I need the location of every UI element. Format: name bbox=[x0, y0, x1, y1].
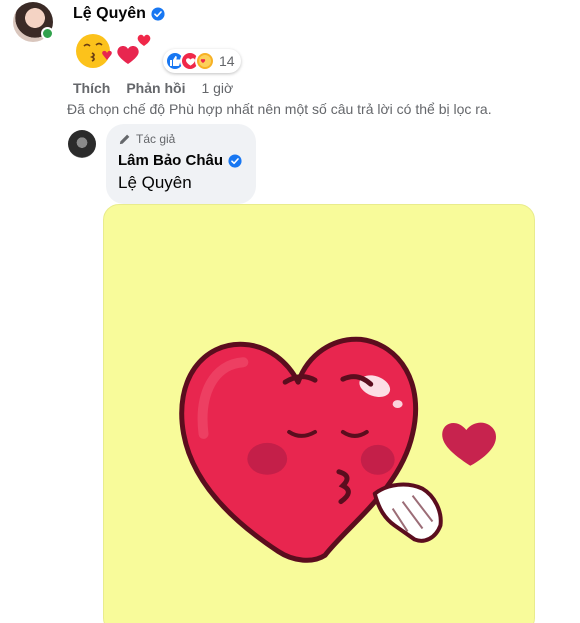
reply-author-name[interactable]: Lâm Bảo Châu bbox=[118, 152, 223, 169]
red-heart-icon bbox=[117, 34, 151, 64]
care-icon bbox=[195, 51, 215, 71]
reaction-count: 14 bbox=[219, 53, 235, 69]
comment-emoji-content bbox=[76, 34, 151, 68]
pencil-icon bbox=[119, 134, 130, 144]
verified-badge-icon bbox=[228, 153, 242, 168]
author-badge: Tác giả bbox=[118, 132, 244, 146]
blowing-kiss-heart-sticker[interactable] bbox=[103, 204, 535, 623]
online-status-dot bbox=[41, 27, 54, 40]
filter-notice: Đã chọn chế độ Phù hợp nhất nên một số c… bbox=[67, 101, 492, 117]
verified-badge-icon bbox=[151, 7, 165, 21]
blowing-hand bbox=[372, 482, 443, 543]
small-heart bbox=[442, 422, 496, 466]
reply-bubble: Tác giả Lâm Bảo Châu Lệ Quyên bbox=[106, 124, 256, 204]
reply-text[interactable]: Lệ Quyên bbox=[118, 173, 244, 193]
reply-button[interactable]: Phản hồi bbox=[126, 80, 185, 96]
comment-actions: Thích Phản hồi 1 giờ bbox=[73, 80, 233, 96]
comment-author-name[interactable]: Lệ Quyên bbox=[73, 5, 146, 23]
comment-timestamp[interactable]: 1 giờ bbox=[201, 80, 233, 96]
comment-author[interactable]: Lệ Quyên bbox=[73, 5, 165, 23]
author-badge-label: Tác giả bbox=[136, 132, 176, 146]
kissing-heart-emoji-icon bbox=[76, 34, 112, 68]
sticker-image bbox=[179, 336, 496, 563]
reaction-summary[interactable]: 14 bbox=[163, 49, 241, 73]
like-button[interactable]: Thích bbox=[73, 80, 110, 96]
reply-author[interactable]: Lâm Bảo Châu bbox=[118, 152, 244, 169]
reply-author-avatar[interactable] bbox=[68, 130, 96, 158]
